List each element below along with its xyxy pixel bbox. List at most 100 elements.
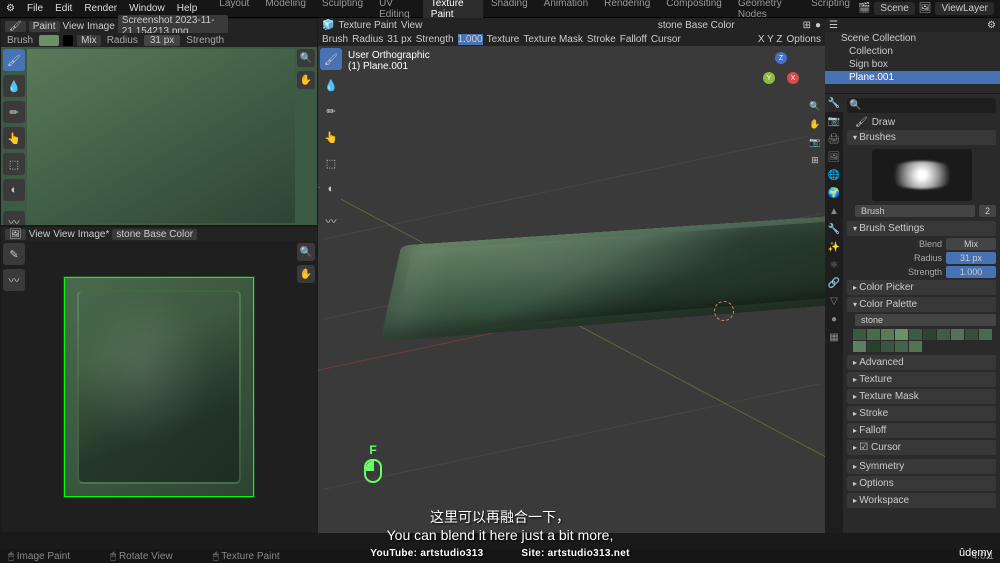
ptab-mod-icon[interactable]: 🔧 xyxy=(825,220,843,238)
palette-name[interactable]: stone xyxy=(855,314,996,326)
menu-file[interactable]: File xyxy=(21,3,49,14)
options-section[interactable]: Options xyxy=(847,476,996,491)
annotate2-tool-icon[interactable]: 〰 xyxy=(3,269,25,291)
settings-section[interactable]: Brush Settings xyxy=(847,221,996,236)
nav-gizmo[interactable]: Z Y X xyxy=(761,52,801,92)
vp-slot[interactable]: stone Base Color xyxy=(658,20,735,31)
vp-brush-tool-icon[interactable]: 🖌 xyxy=(320,48,342,70)
vp-falloff[interactable]: Falloff xyxy=(620,34,647,45)
persp-vp-icon[interactable]: ⊞ xyxy=(807,152,823,168)
vp-annotate-icon[interactable]: 〰 xyxy=(320,210,342,232)
axis-z-icon[interactable]: Z xyxy=(775,52,787,64)
brushes-section[interactable]: Brushes xyxy=(847,130,996,145)
ptab-view-icon[interactable]: 🖼 xyxy=(825,148,843,166)
ptab-particle-icon[interactable]: ✨ xyxy=(825,238,843,256)
soften-tool-icon[interactable]: ✏ xyxy=(3,101,25,123)
outliner-scene[interactable]: Scene Collection xyxy=(825,32,1000,45)
filter-icon[interactable]: ⚙ xyxy=(987,20,996,31)
stroke-section[interactable]: Stroke xyxy=(847,406,996,421)
workspace-section[interactable]: Workspace xyxy=(847,493,996,508)
symmetry-section[interactable]: Symmetry xyxy=(847,459,996,474)
palette-swatch[interactable] xyxy=(923,329,936,340)
palette-swatch[interactable] xyxy=(895,341,908,352)
strength-value[interactable]: 1.000 xyxy=(946,266,996,278)
vp-fill-tool-icon[interactable]: 💧 xyxy=(320,74,342,96)
colorpicker-section[interactable]: Color Picker xyxy=(847,280,996,295)
vp-texmask[interactable]: Texture Mask xyxy=(523,34,582,45)
image-canvas-top[interactable]: 🖌 💧 ✏ 👆 ⬚ ◐ 〰 🔍 ✋ xyxy=(1,47,317,225)
palette-swatch[interactable] xyxy=(937,329,950,340)
ptab-scene-icon[interactable]: 🌐 xyxy=(825,166,843,184)
vp-xyz[interactable]: X Y Z xyxy=(758,34,783,45)
colorpalette-section[interactable]: Color Palette xyxy=(847,297,996,312)
texture-section[interactable]: Texture xyxy=(847,372,996,387)
axis-x-icon[interactable]: X xyxy=(787,72,799,84)
ieb-image[interactable]: Image* xyxy=(78,229,110,240)
ptab-physics-icon[interactable]: ⚛ xyxy=(825,256,843,274)
ptab-tex-icon[interactable]: ▦ xyxy=(825,328,843,346)
editor-type-icon[interactable]: 🖌 xyxy=(5,21,26,32)
outliner-plane[interactable]: Plane.001 xyxy=(825,71,1000,84)
ie-menu-view[interactable]: View xyxy=(63,21,85,32)
stone-mesh[interactable] xyxy=(380,216,825,343)
brush-tool-icon[interactable]: 🖌 xyxy=(3,49,25,71)
menu-window[interactable]: Window xyxy=(123,3,171,14)
color-secondary[interactable] xyxy=(63,35,73,46)
menu-render[interactable]: Render xyxy=(78,3,123,14)
radius-value[interactable]: 31 px xyxy=(946,252,996,264)
sample-tool-icon[interactable]: ✎ xyxy=(3,243,25,265)
outliner-signbox[interactable]: Sign box xyxy=(825,58,1000,71)
menu-edit[interactable]: Edit xyxy=(49,3,78,14)
palette-swatch[interactable] xyxy=(867,341,880,352)
outliner-collection[interactable]: Collection xyxy=(825,45,1000,58)
mode-dropdown[interactable]: Paint xyxy=(29,21,60,32)
blender-icon[interactable]: ⚙ xyxy=(0,3,21,14)
ptab-obj-icon[interactable]: ▲ xyxy=(825,202,843,220)
vp-radius[interactable]: 31 px xyxy=(387,34,411,45)
search-icon[interactable]: 🔍 xyxy=(849,100,861,111)
pan-icon[interactable]: ✋ xyxy=(297,71,315,89)
clone-tool-icon[interactable]: ⬚ xyxy=(3,153,25,175)
ptab-tool-icon[interactable]: 🔧 xyxy=(825,94,843,112)
radius-val[interactable]: 31 px xyxy=(144,35,180,46)
vp-shading-icon[interactable]: ● xyxy=(815,20,821,31)
palette-swatch[interactable] xyxy=(951,329,964,340)
annotate-tool-icon[interactable]: 〰 xyxy=(3,211,25,225)
palette-swatch[interactable] xyxy=(965,329,978,340)
palette-swatch[interactable] xyxy=(853,329,866,340)
ptab-render-icon[interactable]: 📷 xyxy=(825,112,843,130)
menu-help[interactable]: Help xyxy=(171,3,204,14)
vp-cursor[interactable]: Cursor xyxy=(651,34,681,45)
falloff-section[interactable]: Falloff xyxy=(847,423,996,438)
camera-vp-icon[interactable]: 📷 xyxy=(807,134,823,150)
image-canvas-bottom[interactable]: ✎ 〰 🔍 ✋ xyxy=(1,241,317,532)
ie-menu-image[interactable]: Image xyxy=(87,21,115,32)
vp-clone-icon[interactable]: ⬚ xyxy=(320,152,342,174)
ieb-imgname[interactable]: stone Base Color xyxy=(112,229,197,240)
smear-tool-icon[interactable]: 👆 xyxy=(3,127,25,149)
vp-editor-icon[interactable]: 🧊 xyxy=(322,20,334,31)
zoom2-icon[interactable]: 🔍 xyxy=(297,243,315,261)
pan2-icon[interactable]: ✋ xyxy=(297,265,315,283)
ptab-constraint-icon[interactable]: 🔗 xyxy=(825,274,843,292)
texmask-section[interactable]: Texture Mask xyxy=(847,389,996,404)
palette-swatch[interactable] xyxy=(867,329,880,340)
ptab-mat-icon[interactable]: ● xyxy=(825,310,843,328)
viewport-canvas[interactable]: User Orthographic (1) Plane.001 🖌 💧 ✏ 👆 … xyxy=(318,46,825,533)
vp-opts[interactable]: Options xyxy=(787,34,821,45)
ieb-view[interactable]: View xyxy=(29,229,51,240)
palette-swatch[interactable] xyxy=(881,329,894,340)
vp-overlay-icon[interactable]: ⊞ xyxy=(803,20,811,31)
mask-tool-icon[interactable]: ◐ xyxy=(3,179,25,201)
brush-name-field[interactable]: Brush xyxy=(855,205,975,217)
cursor-section[interactable]: ☑ Cursor xyxy=(847,440,996,455)
palette-swatch[interactable] xyxy=(979,329,992,340)
zoom-icon[interactable]: 🔍 xyxy=(297,49,315,67)
vp-mask-icon[interactable]: ◐ xyxy=(320,178,342,200)
vp-view[interactable]: View xyxy=(401,20,423,31)
palette-swatch[interactable] xyxy=(909,329,922,340)
palette-swatch[interactable] xyxy=(909,341,922,352)
zoom-vp-icon[interactable]: 🔍 xyxy=(807,98,823,114)
color-primary[interactable] xyxy=(39,35,59,46)
ieb-view2[interactable]: View xyxy=(53,229,75,240)
